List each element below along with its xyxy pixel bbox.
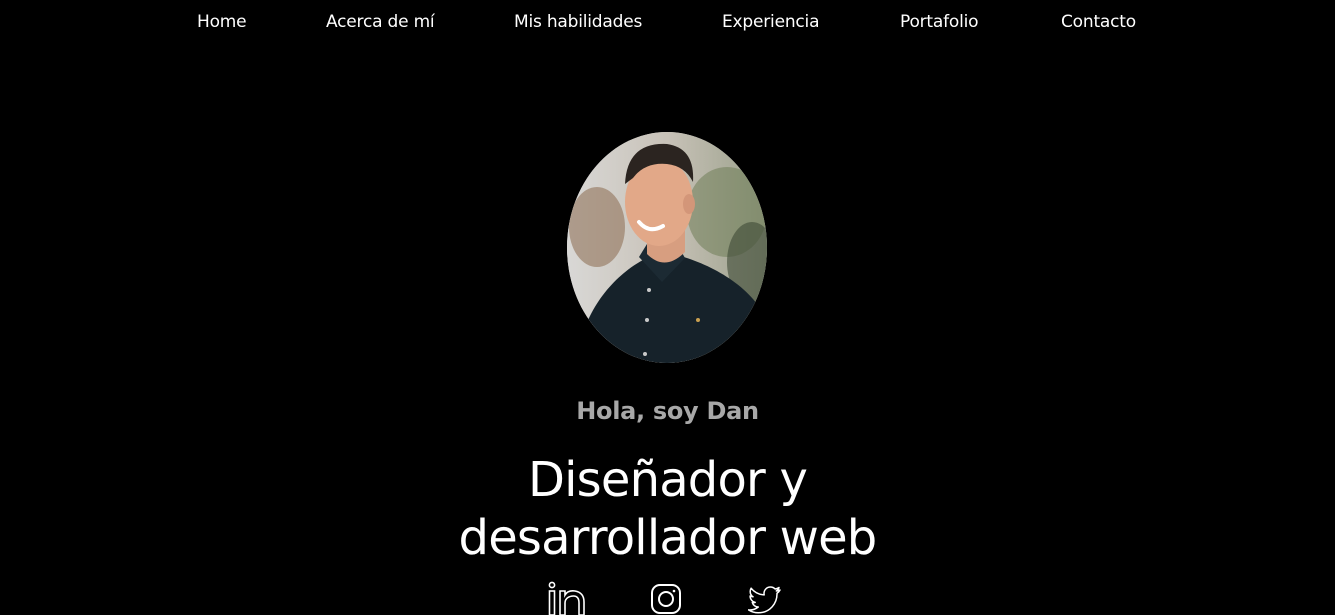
social-links [0,580,1335,615]
twitter-icon[interactable] [747,580,782,615]
profile-photo [567,132,767,363]
nav-link-experience[interactable]: Experiencia [722,11,819,33]
top-navigation: Home Acerca de mí Mis habilidades Experi… [0,0,1335,46]
hero-title: Diseñador y desarrollador web [0,451,1335,567]
avatar [567,132,767,363]
nav-link-about[interactable]: Acerca de mí [326,11,435,33]
linkedin-icon[interactable] [547,580,587,615]
nav-link-home[interactable]: Home [197,11,247,33]
nav-link-skills[interactable]: Mis habilidades [514,11,642,33]
hero-title-line-2: desarrollador web [458,510,878,566]
instagram-icon[interactable] [650,580,682,615]
page: Home Acerca de mí Mis habilidades Experi… [0,0,1335,615]
nav-link-contact[interactable]: Contacto [1061,11,1136,33]
hero-greeting: Hola, soy Dan [576,397,759,425]
hero-title-line-1: Diseñador y [527,452,808,508]
nav-link-portfolio[interactable]: Portafolio [900,11,979,33]
